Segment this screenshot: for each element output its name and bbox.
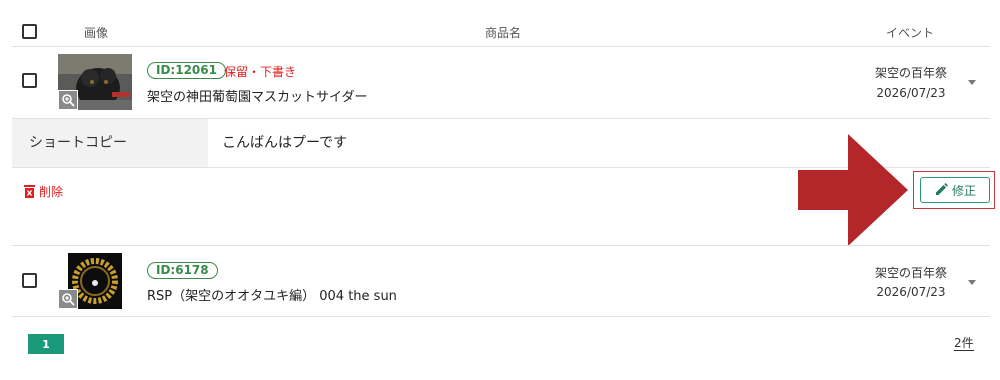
delete-button[interactable]: 削除 bbox=[24, 183, 63, 200]
short-copy-label: ショートコピー bbox=[12, 119, 208, 167]
header-image: 画像 bbox=[84, 26, 109, 40]
select-all-checkbox[interactable] bbox=[22, 24, 37, 39]
product-name[interactable]: 架空の神田葡萄園マスカットサイダー bbox=[147, 86, 367, 105]
annotation-arrow bbox=[798, 134, 908, 246]
event-date: 2026/07/23 bbox=[876, 285, 946, 299]
product-name[interactable]: RSP（架空のオオタユキ編） 004 the sun bbox=[147, 285, 397, 304]
event-name: 架空の百年祭 bbox=[874, 266, 947, 280]
event-date: 2026/07/23 bbox=[876, 86, 946, 100]
product-id-badge: ID:12061 bbox=[147, 62, 226, 79]
table-header: 画像 商品名 イベント bbox=[0, 18, 1000, 46]
edit-label: 修正 bbox=[951, 183, 976, 198]
chevron-down-icon[interactable] bbox=[968, 80, 976, 85]
product-thumbnail[interactable] bbox=[58, 253, 132, 309]
row-divider bbox=[12, 316, 990, 317]
delete-label: 削除 bbox=[39, 185, 64, 199]
edit-button[interactable]: 修正 bbox=[920, 177, 990, 203]
header-divider bbox=[12, 46, 990, 47]
row-checkbox[interactable] bbox=[22, 73, 37, 88]
total-count: 2件 bbox=[954, 336, 974, 351]
short-copy-value: こんばんはプーです bbox=[222, 135, 348, 151]
pencil-icon bbox=[935, 183, 948, 195]
row-divider bbox=[12, 245, 990, 246]
zoom-icon[interactable] bbox=[58, 289, 78, 309]
event-name: 架空の百年祭 bbox=[874, 66, 947, 80]
trash-icon bbox=[24, 185, 35, 198]
status-badge: 保留・下書き bbox=[224, 65, 297, 79]
product-thumbnail[interactable] bbox=[58, 54, 132, 110]
header-event: イベント bbox=[886, 26, 935, 40]
product-id-badge: ID:6178 bbox=[147, 262, 218, 279]
chevron-down-icon[interactable] bbox=[968, 280, 976, 285]
header-product-name: 商品名 bbox=[485, 26, 522, 40]
pagination-current-page[interactable]: 1 bbox=[28, 334, 64, 354]
row-checkbox[interactable] bbox=[22, 273, 37, 288]
zoom-icon[interactable] bbox=[58, 90, 78, 110]
